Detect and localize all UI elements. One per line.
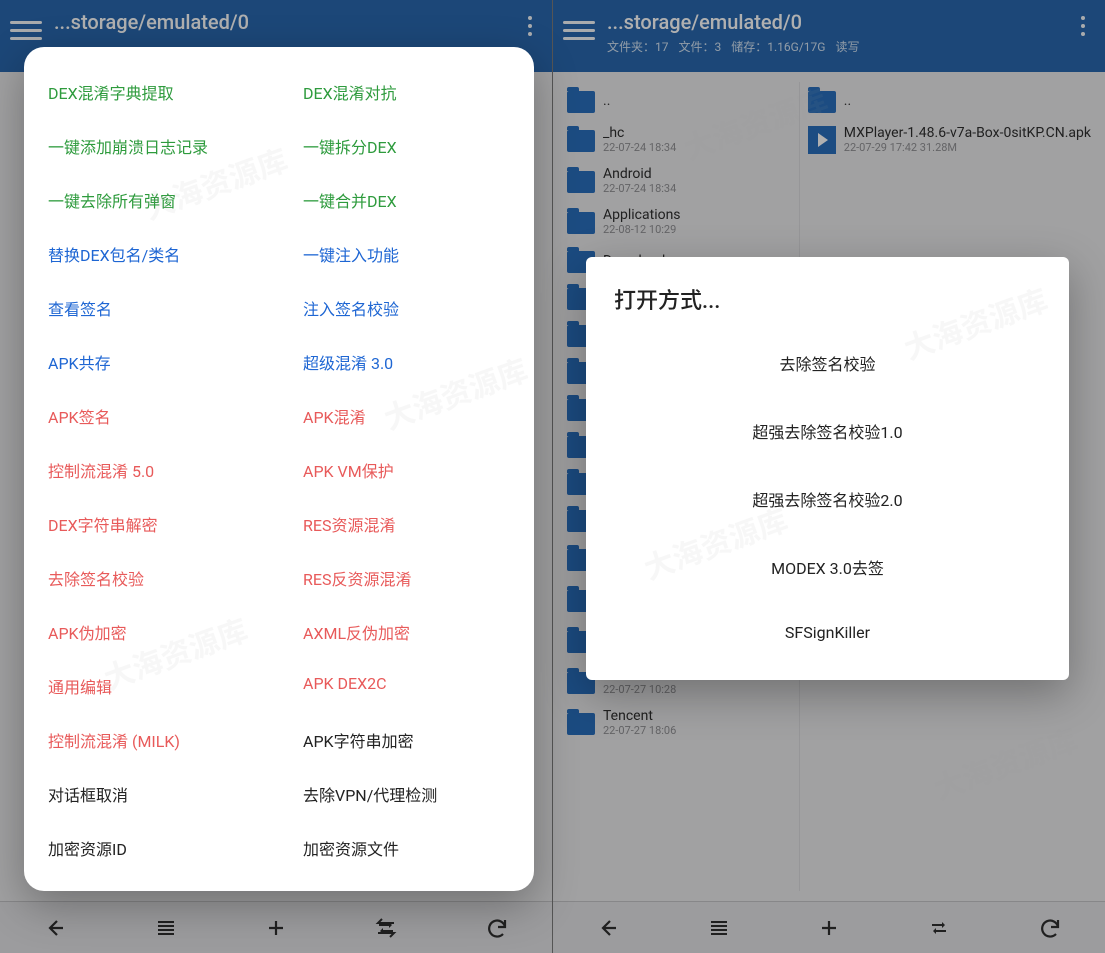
menu-item[interactable]: 去除VPN/代理检测: [279, 769, 534, 819]
menu-item[interactable]: DEX字符串解密: [24, 499, 279, 549]
open-with-option[interactable]: SFSignKiller: [586, 601, 1069, 664]
open-with-option[interactable]: 超强去除签名校验2.0: [586, 465, 1069, 533]
left-pane: ...storage/emulated/0 DEX混淆字典提取DEX混淆对抗一键…: [0, 0, 552, 953]
open-with-option[interactable]: MODEX 3.0去签: [586, 533, 1069, 601]
menu-item[interactable]: 加密资源文件: [279, 823, 534, 873]
tool-menu-dialog: DEX混淆字典提取DEX混淆对抗一键添加崩溃日志记录一键拆分DEX一键去除所有弹…: [24, 47, 534, 891]
menu-item[interactable]: APK共存: [24, 337, 279, 387]
menu-item[interactable]: AXML反伪加密: [279, 607, 534, 657]
menu-item[interactable]: 替换DEX包名/类名: [24, 229, 279, 279]
menu-item[interactable]: 一键去除所有弹窗: [24, 175, 279, 225]
menu-item[interactable]: 超级混淆 3.0: [279, 337, 534, 387]
open-with-dialog: 打开方式... 去除签名校验超强去除签名校验1.0超强去除签名校验2.0MODE…: [586, 257, 1069, 680]
menu-item[interactable]: 一键拆分DEX: [279, 121, 534, 171]
menu-item[interactable]: APK字符串加密: [279, 715, 534, 765]
menu-item[interactable]: 加密资源ID: [24, 823, 279, 873]
menu-item[interactable]: 注入签名校验: [279, 283, 534, 333]
menu-item[interactable]: APK混淆: [279, 391, 534, 441]
menu-item[interactable]: 一键合并DEX: [279, 175, 534, 225]
menu-item[interactable]: APK VM保护: [279, 445, 534, 495]
menu-item[interactable]: APK DEX2C: [279, 661, 534, 711]
open-with-option[interactable]: 去除签名校验: [586, 329, 1069, 397]
menu-item[interactable]: RES资源混淆: [279, 499, 534, 549]
menu-item[interactable]: DEX混淆对抗: [279, 67, 534, 117]
menu-item[interactable]: APK伪加密: [24, 607, 279, 657]
menu-item[interactable]: RES反资源混淆: [279, 553, 534, 603]
menu-item[interactable]: 控制流混淆 (MILK): [24, 715, 279, 765]
menu-item[interactable]: 去除签名校验: [24, 553, 279, 603]
menu-item[interactable]: 控制流混淆 5.0: [24, 445, 279, 495]
right-pane: ...storage/emulated/0 文件夹：17 文件：3 储存：1.1…: [552, 0, 1105, 953]
menu-item[interactable]: 对话框取消: [24, 769, 279, 819]
menu-item[interactable]: 查看签名: [24, 283, 279, 333]
open-with-option[interactable]: 超强去除签名校验1.0: [586, 397, 1069, 465]
open-dialog-title: 打开方式...: [586, 283, 1069, 329]
menu-item[interactable]: 一键注入功能: [279, 229, 534, 279]
menu-item[interactable]: DEX混淆字典提取: [24, 67, 279, 117]
menu-item[interactable]: 通用编辑: [24, 661, 279, 711]
menu-item[interactable]: APK签名: [24, 391, 279, 441]
menu-item[interactable]: 一键添加崩溃日志记录: [24, 121, 279, 171]
